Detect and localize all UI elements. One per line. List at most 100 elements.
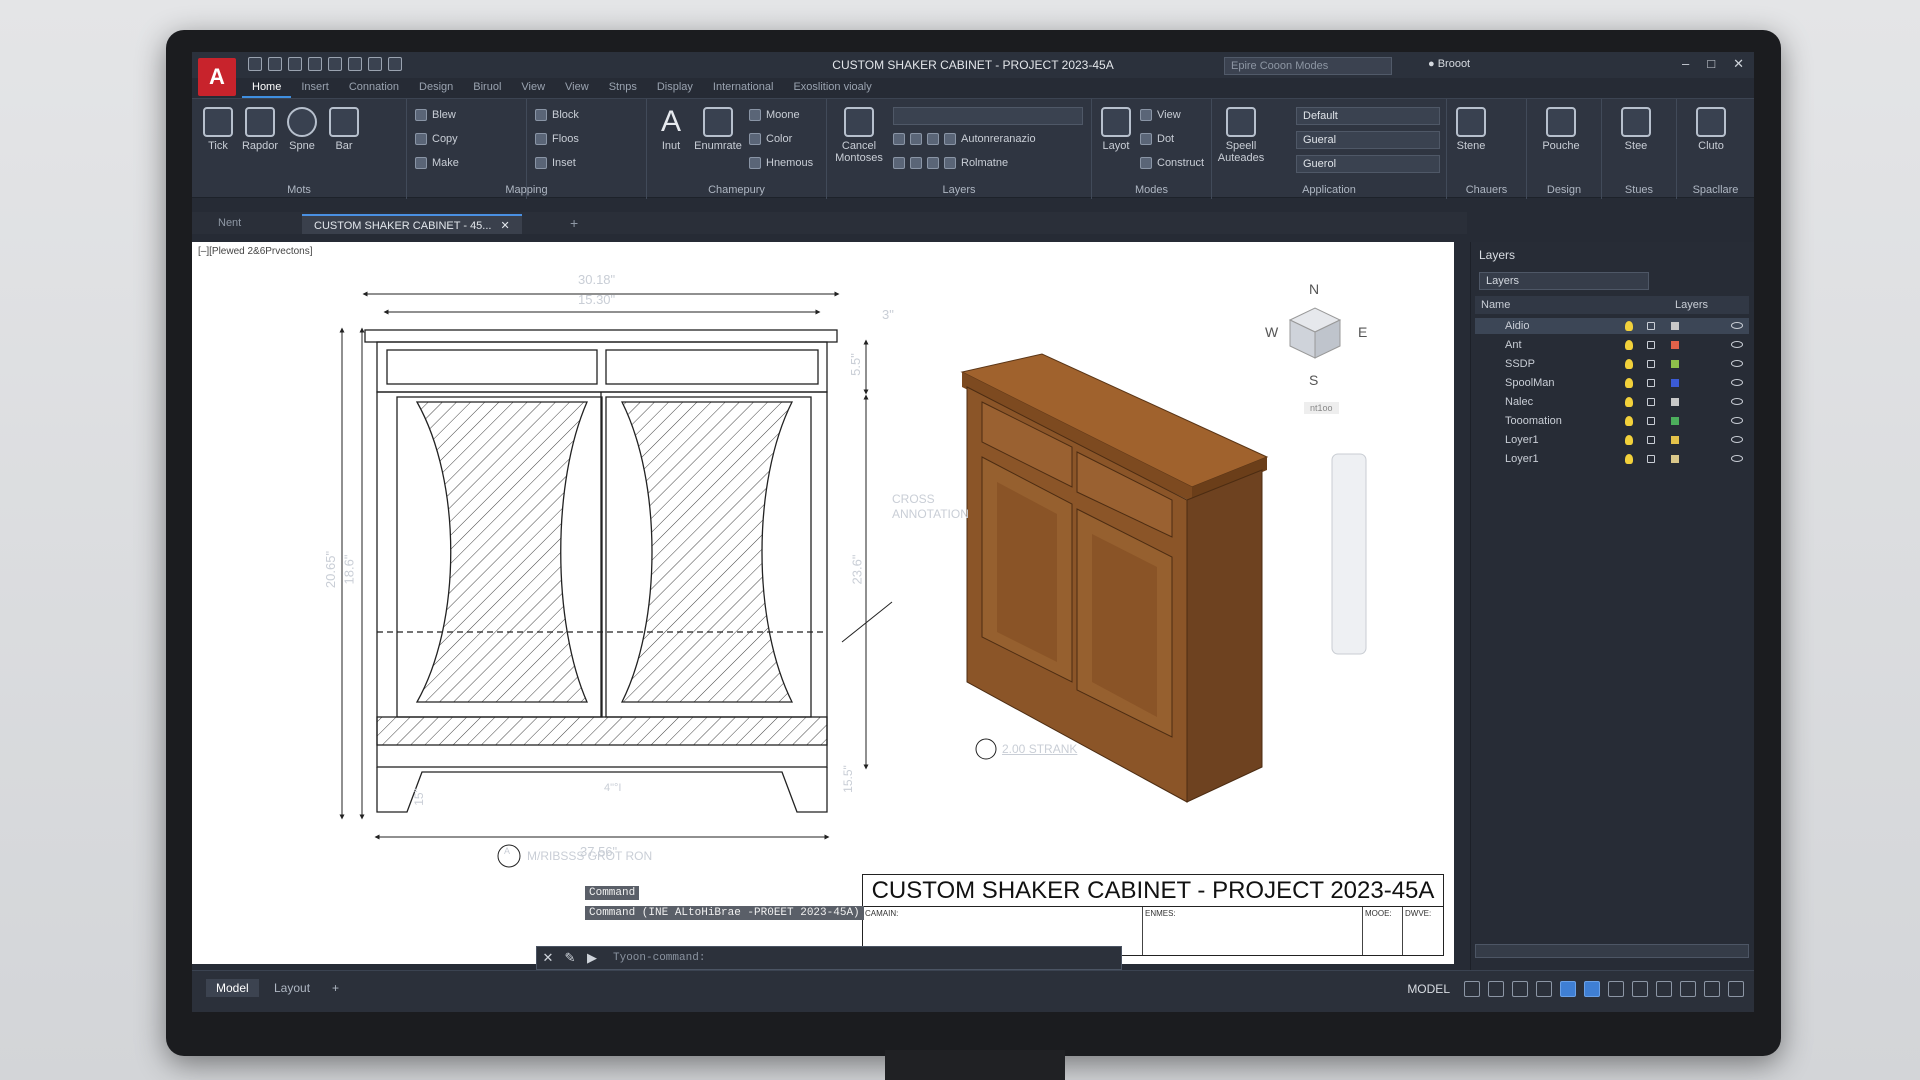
dot-button[interactable]: Dot bbox=[1140, 133, 1174, 145]
layer-color-swatch[interactable] bbox=[1671, 341, 1679, 349]
start-tab[interactable]: Nent bbox=[206, 214, 253, 234]
maximize-icon[interactable]: □ bbox=[1707, 56, 1715, 72]
tab-design[interactable]: Design bbox=[409, 78, 463, 98]
pouche-tool[interactable]: Pouche bbox=[1541, 107, 1581, 152]
undo-icon[interactable] bbox=[368, 57, 382, 71]
hnemous-button[interactable]: Hnemous bbox=[749, 157, 813, 169]
blew-button[interactable]: Blew bbox=[415, 109, 456, 121]
grid-icon[interactable] bbox=[1464, 981, 1480, 997]
enumrate-tool[interactable]: Enumrate bbox=[693, 107, 743, 152]
redo-icon[interactable] bbox=[388, 57, 402, 71]
snap-icon[interactable] bbox=[1488, 981, 1504, 997]
floos-button[interactable]: Floos bbox=[535, 133, 579, 145]
app-logo-icon[interactable]: A bbox=[198, 58, 236, 96]
layer-color-swatch[interactable] bbox=[1671, 417, 1679, 425]
tab-stnps[interactable]: Stnps bbox=[599, 78, 647, 98]
layer-on-icon[interactable] bbox=[1625, 340, 1633, 350]
layer-row[interactable]: SpoolMan bbox=[1475, 375, 1749, 391]
save-icon[interactable] bbox=[288, 57, 302, 71]
cancel-montoses-tool[interactable]: Cancel Montoses bbox=[833, 107, 885, 164]
text-tool[interactable]: A Inut bbox=[651, 107, 691, 153]
tab-display[interactable]: Display bbox=[647, 78, 703, 98]
panel-title-spacllare[interactable]: Spacllare bbox=[1677, 184, 1754, 196]
model-tab[interactable]: Model bbox=[206, 979, 259, 997]
layer-lock-icon[interactable] bbox=[1647, 398, 1655, 406]
layer-visibility-icon[interactable] bbox=[1731, 322, 1743, 329]
panel-title-layers[interactable]: Layers bbox=[827, 184, 1091, 196]
layout-tab[interactable]: Layout bbox=[264, 979, 320, 997]
block-button[interactable]: Block bbox=[535, 109, 579, 121]
panel-title-chamepury[interactable]: Chamepury bbox=[647, 184, 826, 196]
layer-on-icon[interactable] bbox=[1625, 321, 1633, 331]
save-as-icon[interactable] bbox=[308, 57, 322, 71]
compass-e[interactable]: E bbox=[1358, 324, 1367, 340]
panel-title-modes[interactable]: Modes bbox=[1092, 184, 1211, 196]
layer-color-swatch[interactable] bbox=[1671, 455, 1679, 463]
layer-color-swatch[interactable] bbox=[1671, 322, 1679, 330]
layer-lock-icon[interactable] bbox=[1647, 341, 1655, 349]
color-button[interactable]: Color bbox=[749, 133, 792, 145]
close-icon[interactable]: ✕ bbox=[1733, 56, 1744, 72]
layer-color-swatch[interactable] bbox=[1671, 360, 1679, 368]
customize-command-icon[interactable]: ✎ bbox=[559, 950, 581, 966]
workspace-gear-icon[interactable] bbox=[1656, 981, 1672, 997]
layer-visibility-icon[interactable] bbox=[1731, 455, 1743, 462]
layer-on-icon[interactable] bbox=[1625, 454, 1633, 464]
close-tab-icon[interactable]: ✕ bbox=[501, 220, 510, 232]
minimize-icon[interactable]: – bbox=[1682, 56, 1689, 72]
default-dropdown[interactable]: Default bbox=[1296, 107, 1440, 125]
rolmatne-button[interactable]: Rolmatne bbox=[893, 157, 1008, 169]
isolate-icon[interactable] bbox=[1680, 981, 1696, 997]
search-input[interactable]: Epire Cooon Modes bbox=[1224, 57, 1392, 75]
osnap-icon[interactable] bbox=[1560, 981, 1576, 997]
panel-title-stues[interactable]: Stues bbox=[1602, 184, 1676, 196]
panel-title-mots[interactable]: Mots bbox=[192, 184, 406, 196]
plot-icon[interactable] bbox=[328, 57, 342, 71]
col-name[interactable]: Name bbox=[1481, 299, 1510, 311]
bar-tool[interactable]: Bar bbox=[324, 107, 364, 152]
otrack-icon[interactable] bbox=[1584, 981, 1600, 997]
cluto-tool[interactable]: Cluto bbox=[1691, 107, 1731, 152]
customize-menu-icon[interactable] bbox=[1728, 981, 1744, 997]
tick-tool[interactable]: Tick bbox=[198, 107, 238, 152]
layer-on-icon[interactable] bbox=[1625, 435, 1633, 445]
layer-on-icon[interactable] bbox=[1625, 359, 1633, 369]
view-button[interactable]: View bbox=[1140, 109, 1181, 121]
new-tab-icon[interactable]: + bbox=[558, 214, 590, 234]
layer-lock-icon[interactable] bbox=[1647, 417, 1655, 425]
user-account[interactable]: ● Brooot bbox=[1428, 58, 1470, 70]
print-icon[interactable] bbox=[348, 57, 362, 71]
command-line[interactable]: ✕ ✎ ▶ Tyoon-command: bbox=[536, 946, 1122, 970]
make-button[interactable]: Make bbox=[415, 157, 459, 169]
moone-dropdown[interactable]: Moone bbox=[749, 109, 800, 121]
col-layers[interactable]: Layers bbox=[1675, 299, 1708, 311]
drawing-tab[interactable]: CUSTOM SHAKER CABINET - 45... ✕ bbox=[302, 214, 522, 234]
tab-biruol[interactable]: Biruol bbox=[463, 78, 511, 98]
tab-view-2[interactable]: View bbox=[555, 78, 599, 98]
speell-tool[interactable]: Speell Auteades bbox=[1216, 107, 1266, 164]
layer-on-icon[interactable] bbox=[1625, 378, 1633, 388]
layer-visibility-icon[interactable] bbox=[1731, 398, 1743, 405]
layer-row[interactable]: Nalec bbox=[1475, 394, 1749, 410]
general-dropdown-1[interactable]: Gueral bbox=[1296, 131, 1440, 149]
layer-lock-icon[interactable] bbox=[1647, 436, 1655, 444]
compass-s[interactable]: S bbox=[1309, 372, 1318, 388]
compass-n[interactable]: N bbox=[1309, 281, 1319, 297]
inset-button[interactable]: Inset bbox=[535, 157, 576, 169]
wcs-label[interactable]: nt1oo bbox=[1304, 402, 1339, 414]
panel-title-design[interactable]: Design bbox=[1527, 184, 1601, 196]
layer-lock-icon[interactable] bbox=[1647, 360, 1655, 368]
open-icon[interactable] bbox=[268, 57, 282, 71]
autonreranazio-button[interactable]: Autonreranazio bbox=[893, 133, 1036, 145]
layer-lock-icon[interactable] bbox=[1647, 322, 1655, 330]
rapdor-tool[interactable]: Rapdor bbox=[240, 107, 280, 152]
tab-insert[interactable]: Insert bbox=[291, 78, 339, 98]
close-command-icon[interactable]: ✕ bbox=[537, 950, 559, 966]
panel-title-chauers[interactable]: Chauers bbox=[1447, 184, 1526, 196]
layer-visibility-icon[interactable] bbox=[1731, 436, 1743, 443]
view-cube-icon[interactable] bbox=[1288, 307, 1342, 359]
layer-row[interactable]: Ant bbox=[1475, 337, 1749, 353]
tab-international[interactable]: International bbox=[703, 78, 784, 98]
layer-lock-icon[interactable] bbox=[1647, 379, 1655, 387]
general-dropdown-2[interactable]: Guerol bbox=[1296, 155, 1440, 173]
